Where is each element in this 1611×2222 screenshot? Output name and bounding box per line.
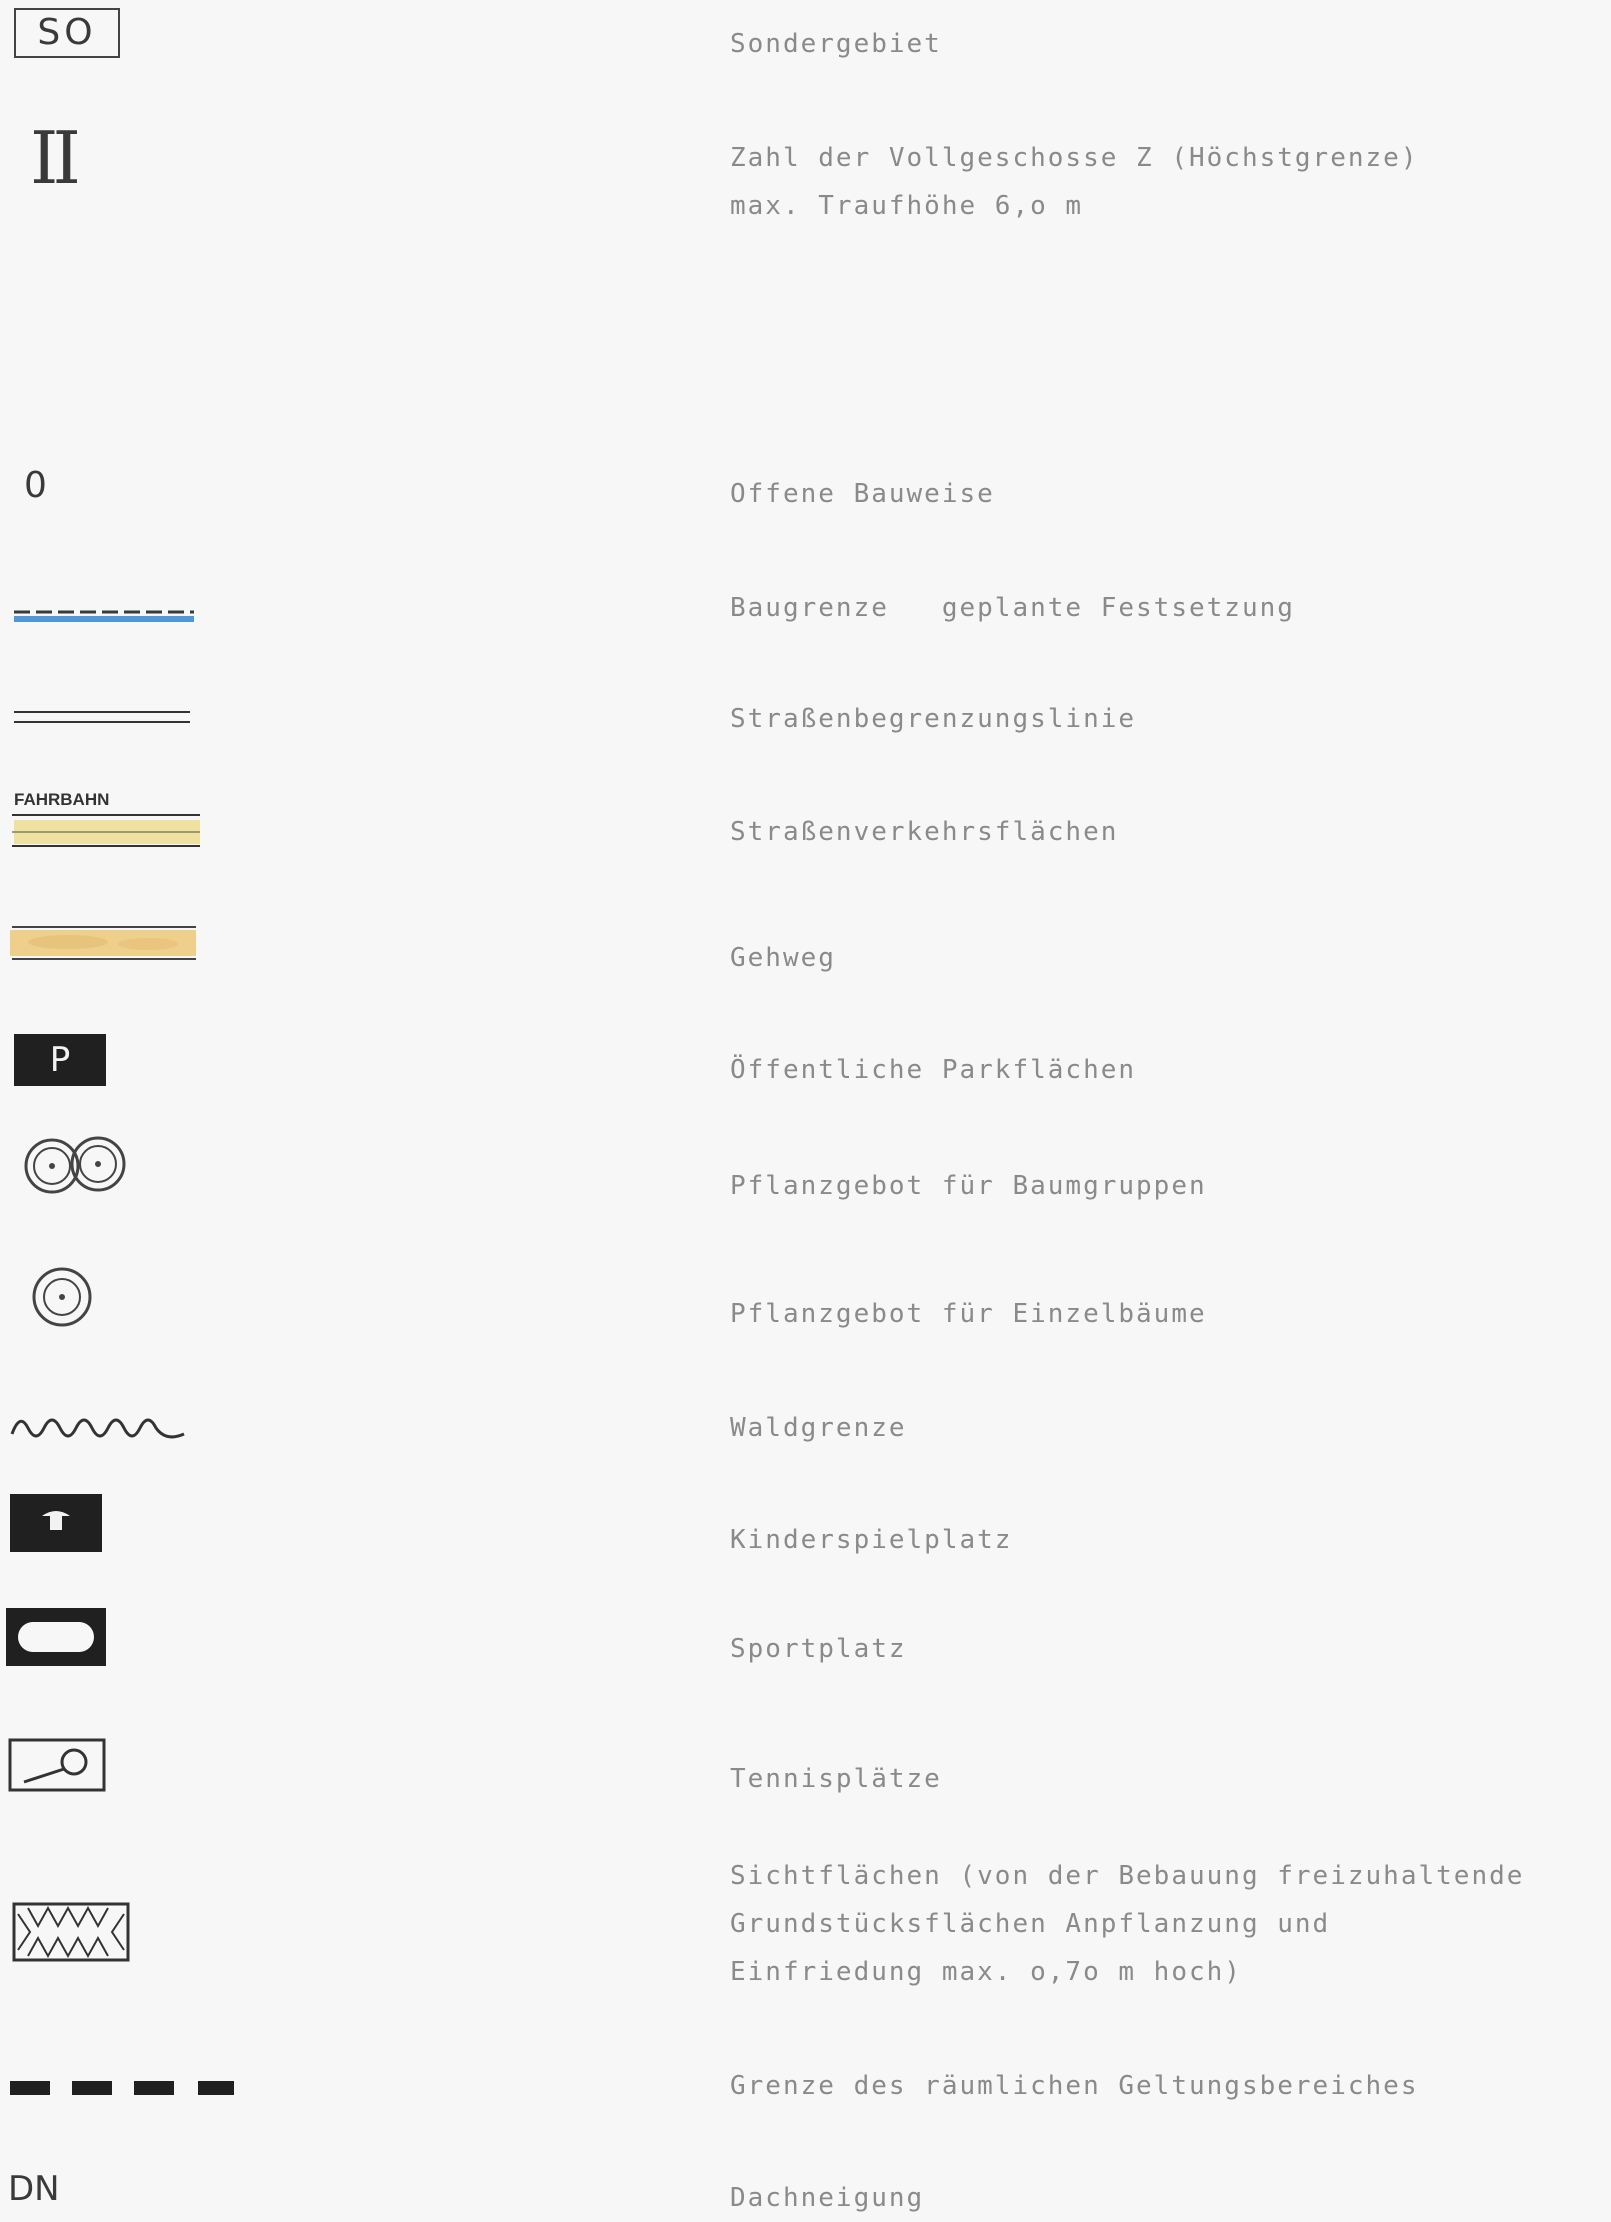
legend-label: Grundstücksflächen Anpflanzung und	[730, 1909, 1331, 1939]
playground-icon	[10, 1494, 102, 1552]
blue-dashed-line-icon	[14, 610, 194, 622]
legend-label: Straßenverkehrsflächen	[730, 817, 1119, 847]
legend-label: Dachneigung	[730, 2183, 925, 2213]
thick-dashed-line-icon	[10, 2081, 234, 2095]
legend-label: Pflanzgebot für Einzelbäume	[730, 1299, 1207, 1329]
zigzag-box-icon	[12, 1902, 130, 1962]
legend-label: Sportplatz	[730, 1634, 907, 1664]
double-line-icon	[14, 711, 190, 723]
legend-label: Tennisplätze	[730, 1764, 942, 1794]
road-strip-icon	[12, 814, 200, 847]
legend-label: Waldgrenze	[730, 1413, 907, 1443]
roman-two-symbol: II	[30, 116, 81, 200]
legend-label: Öffentliche Parkflächen	[730, 1055, 1137, 1085]
single-tree-icon	[32, 1267, 92, 1327]
tennis-icon	[8, 1738, 106, 1792]
legend-label: Zahl der Vollgeschosse Z (Höchstgrenze)	[730, 143, 1419, 173]
so-symbol: SO	[14, 8, 120, 58]
sports-field-icon	[6, 1608, 106, 1666]
legend-label: Gehweg	[730, 943, 836, 973]
legend-label: Sichtflächen (von der Bebauung freizuhal…	[730, 1861, 1525, 1891]
legend-label: Einfriedung max. o,7o m hoch)	[730, 1957, 1242, 1987]
zero-symbol: 0	[24, 465, 47, 506]
legend-label: Pflanzgebot für Baumgruppen	[730, 1171, 1207, 1201]
parking-icon: P	[14, 1034, 106, 1086]
legend-label: Offene Bauweise	[730, 479, 995, 509]
fahrbahn-label: FAHRBAHN	[14, 790, 110, 809]
legend-label: Sondergebiet	[730, 29, 942, 59]
legend-label: Straßenbegrenzungslinie	[730, 704, 1137, 734]
wavy-line-icon	[10, 1418, 185, 1439]
legend-label: max. Traufhöhe 6,o m	[730, 191, 1084, 221]
legend-label: Grenze des räumlichen Geltungsbereiches	[730, 2071, 1419, 2101]
legend-label: Baugrenze geplante Festsetzung	[730, 593, 1295, 623]
sidewalk-strip-icon	[10, 926, 196, 960]
tree-group-icon	[24, 1136, 126, 1194]
legend-label: Kinderspielplatz	[730, 1525, 1013, 1555]
dn-symbol: DN	[8, 2169, 60, 2209]
